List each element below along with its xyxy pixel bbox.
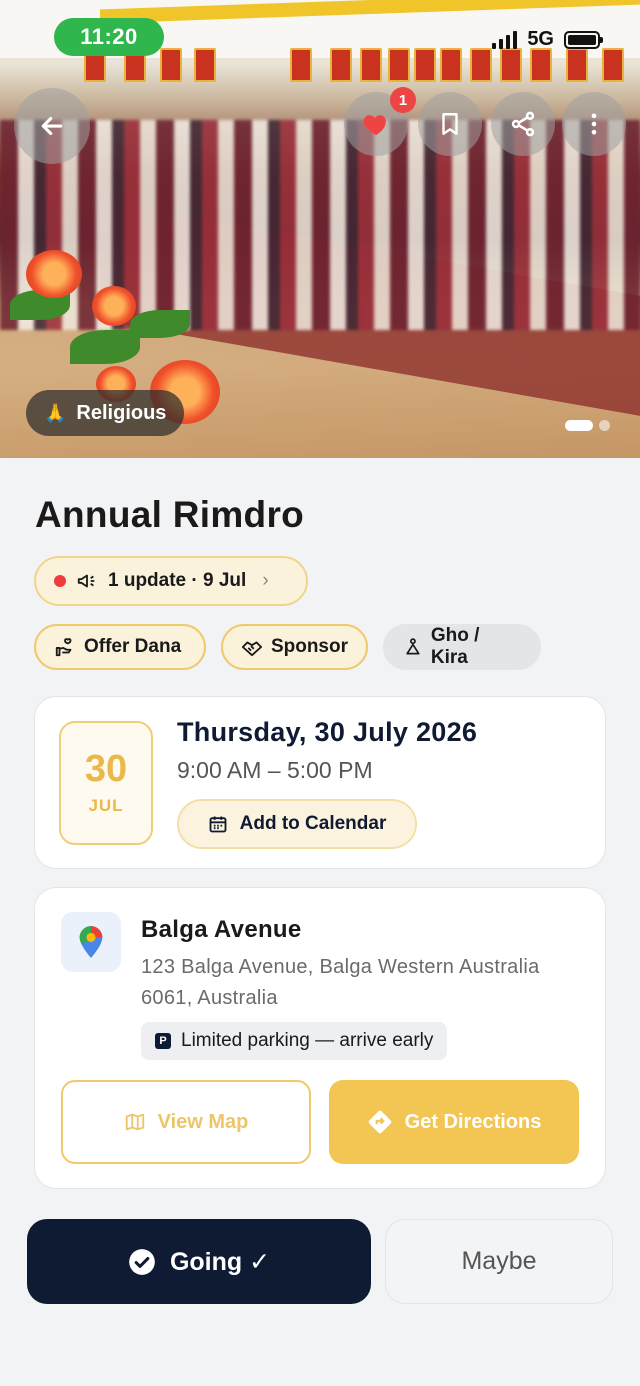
location-icon-box xyxy=(61,912,121,972)
event-time: 9:00 AM – 5:00 PM xyxy=(177,757,373,783)
person-garment-icon xyxy=(406,638,420,655)
view-map-label: View Map xyxy=(157,1110,249,1133)
date-card: 30 JUL Thursday, 30 July 2026 9:00 AM – … xyxy=(34,696,606,869)
live-dot xyxy=(54,575,66,587)
date-day-number: 30 xyxy=(84,748,128,790)
map-pin-icon xyxy=(79,926,103,958)
view-map-button[interactable]: View Map xyxy=(61,1080,311,1164)
check-circle-icon xyxy=(129,1248,155,1275)
get-directions-label: Get Directions xyxy=(404,1110,542,1133)
offer-dana-label: Offer Dana xyxy=(84,636,182,657)
heart-icon xyxy=(363,115,386,136)
calendar-icon xyxy=(209,816,227,833)
date-badge: 30 JUL xyxy=(59,721,153,845)
location-card: Balga Avenue 123 Balga Avenue, Balga Wes… xyxy=(34,887,606,1189)
updates-pill[interactable]: 1 update · 9 Jul › xyxy=(34,556,308,606)
battery-icon xyxy=(564,30,603,49)
category-label: Religious xyxy=(76,401,167,424)
carousel-dot-active xyxy=(565,420,593,431)
bookmark-button[interactable] xyxy=(418,92,482,156)
carousel-dot xyxy=(599,420,610,431)
sponsor-label: Sponsor xyxy=(270,636,348,657)
parking-icon: P xyxy=(155,1033,171,1049)
parking-label: Limited parking — arrive early xyxy=(181,1030,434,1051)
hand-heart-icon xyxy=(55,638,72,657)
event-date: Thursday, 30 July 2026 xyxy=(177,717,478,747)
carousel-indicator[interactable] xyxy=(565,420,610,431)
share-button[interactable] xyxy=(491,92,555,156)
category-pill: 🙏 Religious xyxy=(26,390,185,436)
back-button[interactable] xyxy=(14,88,90,164)
dress-code-chip[interactable]: Gho / Kira xyxy=(383,624,541,670)
offer-dana-chip[interactable]: Offer Dana xyxy=(34,624,206,670)
network-label: 5G xyxy=(527,28,554,50)
maybe-button[interactable]: Maybe xyxy=(385,1219,613,1304)
parking-note: P Limited parking — arrive early xyxy=(141,1022,448,1060)
date-month: JUL xyxy=(88,796,124,815)
going-button[interactable]: Going ✓ xyxy=(27,1219,371,1304)
status-indicators: 5G xyxy=(492,28,603,51)
get-directions-button[interactable]: Get Directions xyxy=(329,1080,579,1164)
bookmark-icon xyxy=(442,113,458,135)
venue-address: 123 Balga Avenue, Balga Western Australi… xyxy=(141,956,540,1009)
praying-hands-icon: 🙏 xyxy=(44,402,67,423)
share-icon xyxy=(511,111,535,137)
more-options-button[interactable] xyxy=(562,92,626,156)
maybe-label: Maybe xyxy=(461,1247,537,1275)
add-to-calendar-label: Add to Calendar xyxy=(239,813,387,834)
handshake-icon xyxy=(241,641,263,657)
like-count-badge: 1 xyxy=(390,87,416,113)
map-icon xyxy=(125,1113,144,1131)
status-time: 11:20 xyxy=(54,18,164,56)
directions-icon xyxy=(368,1110,391,1134)
add-to-calendar-button[interactable]: Add to Calendar xyxy=(177,799,417,849)
update-text: 1 update · 9 Jul xyxy=(108,570,247,591)
dress-code-label: Gho / Kira xyxy=(430,625,480,668)
sponsor-chip[interactable]: Sponsor xyxy=(221,624,368,670)
arrow-left-icon xyxy=(41,116,63,136)
more-vertical-icon xyxy=(591,113,597,135)
venue-name: Balga Avenue xyxy=(141,916,302,943)
megaphone-icon xyxy=(77,574,95,588)
signal-icon xyxy=(492,30,518,49)
event-title: Annual Rimdro xyxy=(35,494,305,535)
going-label: Going ✓ xyxy=(169,1247,271,1276)
chevron-right-icon: › xyxy=(262,570,269,591)
